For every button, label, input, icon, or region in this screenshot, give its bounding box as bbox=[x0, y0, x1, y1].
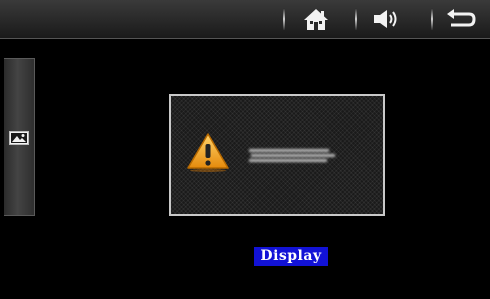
separator bbox=[283, 8, 285, 30]
separator bbox=[355, 8, 357, 30]
side-tab[interactable] bbox=[4, 58, 35, 216]
top-bar bbox=[0, 0, 490, 39]
home-icon bbox=[304, 9, 328, 30]
display-label: Display bbox=[254, 247, 328, 266]
speaker-icon bbox=[374, 10, 397, 28]
separator bbox=[431, 8, 433, 30]
picture-icon bbox=[9, 131, 29, 145]
screen: Display bbox=[0, 0, 490, 299]
home-button[interactable] bbox=[297, 4, 335, 34]
return-arrow-icon bbox=[447, 9, 476, 27]
warning-dialog bbox=[169, 94, 385, 216]
back-button[interactable] bbox=[442, 4, 480, 34]
dialog-message-blurred bbox=[249, 149, 335, 162]
volume-button[interactable] bbox=[368, 4, 406, 34]
warning-icon bbox=[187, 133, 229, 172]
